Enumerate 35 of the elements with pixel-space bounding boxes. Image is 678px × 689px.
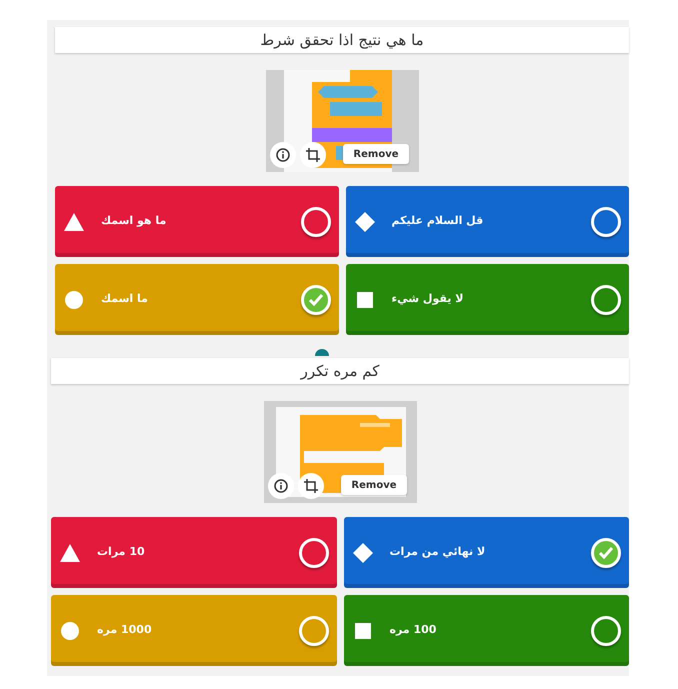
info-icon [274,479,288,493]
crop-icon [304,479,318,493]
correct-answer-toggle[interactable] [591,616,621,646]
circle-icon [65,290,83,308]
square-icon [356,292,372,308]
correct-answer-toggle[interactable] [591,284,621,314]
correct-answer-toggle[interactable] [591,538,621,568]
info-icon [276,148,290,162]
correct-answer-toggle[interactable] [298,538,328,568]
diamond-icon [354,212,374,232]
diamond-icon [352,542,372,562]
answer-text[interactable]: لا يقول شيء [392,291,591,308]
answer-text[interactable]: 10 مرات [97,544,298,561]
answer-text[interactable]: 100 مره [390,622,591,639]
triangle-icon [60,544,80,562]
correct-answer-toggle[interactable] [298,616,328,646]
triangle-icon [64,212,84,230]
square-icon [354,622,370,638]
answer-text[interactable]: قل السلام عليكم [392,213,591,230]
circle-icon [61,622,79,640]
add-icon[interactable] [315,349,329,356]
correct-answer-toggle[interactable] [300,284,330,314]
correct-answer-toggle[interactable] [591,206,621,236]
remove-button[interactable]: Remove [341,475,406,495]
check-icon [599,546,613,558]
question-title: كم مره تكرر [300,360,380,382]
remove-button[interactable]: Remove [343,144,408,164]
correct-answer-toggle[interactable] [300,206,330,236]
answer-text[interactable]: ما هو اسمك [101,213,300,230]
question-title-bar[interactable]: كم مره تكرر [51,358,629,384]
check-icon [308,294,322,306]
crop-icon [306,148,320,162]
question-title-bar[interactable]: ما هي نتيج اذا تحقق شرط [55,27,629,53]
answer-text[interactable]: لا نهائي من مرات [390,544,591,561]
question-title: ما هي نتيج اذا تحقق شرط [260,30,424,51]
